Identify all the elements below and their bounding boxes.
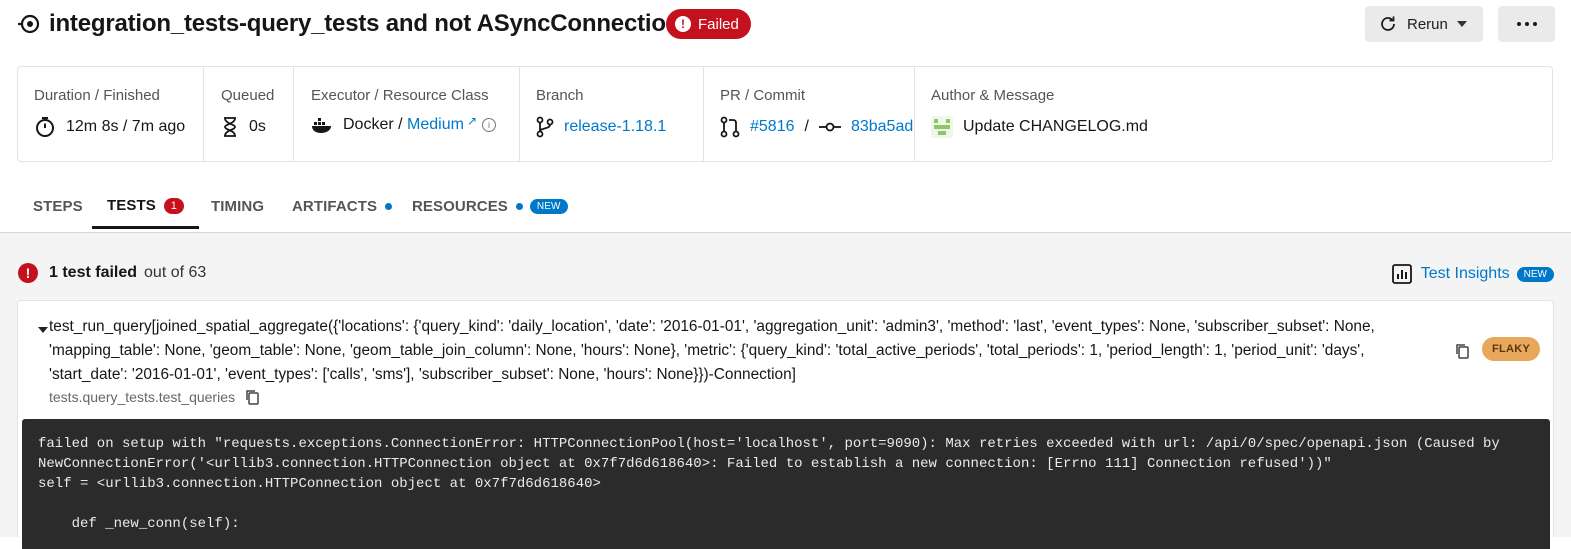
external-link-icon: ↗ <box>466 114 477 128</box>
job-info-card: Duration / Finished 12m 8s / 7m ago Queu… <box>17 66 1553 162</box>
info-icon[interactable]: i <box>482 118 496 132</box>
branch-icon <box>536 116 554 138</box>
executor-value: Docker / Medium ↗ i <box>311 114 496 134</box>
duration-text: 12m 8s / 7m ago <box>66 118 186 135</box>
avatar <box>931 116 953 138</box>
tab-label: Tests <box>107 197 156 214</box>
pr-link[interactable]: #5816 <box>750 118 795 136</box>
dot <box>1524 22 1529 26</box>
tab-resources[interactable]: Resources NEW <box>412 182 568 230</box>
job-header: integration_tests-query_tests and not AS… <box>0 0 1571 50</box>
pull-request-icon <box>720 116 740 138</box>
tab-label: Resources <box>412 197 508 215</box>
branch-section: Branch release-1.18.1 <box>519 67 687 161</box>
tab-label: Artifacts <box>292 197 378 215</box>
test-insights-label: Test Insights <box>1420 265 1510 282</box>
flaky-badge: FLAKY <box>1482 337 1541 361</box>
commit-message: Update CHANGELOG.md <box>963 118 1148 135</box>
dot <box>1516 22 1521 26</box>
queued-value: 0s <box>221 116 266 138</box>
indicator-dot <box>515 202 523 210</box>
rerun-label: Rerun <box>1407 15 1448 33</box>
total-count-text: out of 63 <box>144 264 207 281</box>
refresh-icon <box>1381 16 1395 31</box>
copy-icon[interactable] <box>245 389 259 405</box>
copy-icon[interactable] <box>1455 343 1469 359</box>
resource-class-link[interactable]: Medium <box>407 116 464 134</box>
executor-section: Executor / Resource Class Docker / Mediu… <box>293 67 520 161</box>
branch-link[interactable]: release-1.18.1 <box>564 118 666 136</box>
chevron-down-icon[interactable] <box>38 327 48 333</box>
queued-label: Queued <box>221 87 275 104</box>
chevron-down-icon <box>1456 21 1467 27</box>
test-file-path: tests.query_tests.test_queries <box>49 389 259 405</box>
executor-text: Docker <box>343 116 394 133</box>
branch-value: release-1.18.1 <box>536 116 666 138</box>
queued-section: Queued 0s <box>203 67 294 161</box>
status-badge: ! Failed <box>666 9 751 39</box>
failed-test-item: test_run_query[joined_spatial_aggregate(… <box>17 300 1554 549</box>
dot <box>1532 22 1537 26</box>
new-badge: NEW <box>529 198 568 214</box>
new-badge: NEW <box>1516 266 1554 282</box>
tab-timing[interactable]: Timing <box>211 182 264 230</box>
failure-log: failed on setup with "requests.exception… <box>22 419 1550 549</box>
test-name: test_run_query[joined_spatial_aggregate(… <box>49 318 1375 383</box>
tab-artifacts[interactable]: Artifacts <box>292 182 393 230</box>
failed-summary: ! 1 test failed out of 63 <box>18 263 206 283</box>
chart-icon <box>1391 264 1412 284</box>
author-value: Update CHANGELOG.md <box>931 116 1148 138</box>
executor-label: Executor / Resource Class <box>311 87 489 104</box>
failed-count-text: 1 test failed <box>49 264 138 281</box>
stopwatch-icon <box>36 117 54 137</box>
test-insights-link[interactable]: Test Insights NEW <box>1391 264 1554 284</box>
author-label: Author & Message <box>931 87 1055 104</box>
page-title: integration_tests-query_tests and not AS… <box>49 10 681 37</box>
pr-commit-section: PR / Commit #5816 / 83ba5ad <box>703 67 916 161</box>
error-icon: ! <box>675 16 691 32</box>
docker-icon <box>312 118 331 133</box>
duration-section: Duration / Finished 12m 8s / 7m ago <box>18 67 203 161</box>
duration-value: 12m 8s / 7m ago <box>34 116 185 138</box>
queued-text: 0s <box>249 118 266 135</box>
tab-label: Timing <box>211 197 265 215</box>
author-section: Author & Message Update CHANGELOG.md <box>914 67 1315 161</box>
status-text: Failed <box>698 15 739 33</box>
branch-label: Branch <box>536 87 584 104</box>
tab-steps[interactable]: Steps <box>33 182 83 230</box>
tab-label: Steps <box>33 197 83 215</box>
hourglass-icon <box>224 117 236 137</box>
failed-count-badge: 1 <box>163 197 184 214</box>
test-file-text: tests.query_tests.test_queries <box>49 389 235 405</box>
more-options-button[interactable] <box>1498 6 1555 42</box>
duration-label: Duration / Finished <box>34 87 160 104</box>
tab-bar: Steps Tests 1 Timing Artifacts Resources… <box>0 182 1571 233</box>
rerun-button[interactable]: Rerun <box>1365 6 1483 42</box>
indicator-dot <box>385 202 393 210</box>
commit-icon <box>818 122 841 132</box>
pr-value: #5816 / 83ba5ad <box>720 116 913 138</box>
pr-label: PR / Commit <box>720 87 806 104</box>
error-icon: ! <box>18 263 38 283</box>
commit-link[interactable]: 83ba5ad <box>851 118 913 136</box>
job-icon <box>18 14 40 34</box>
tab-tests[interactable]: Tests 1 <box>92 182 199 229</box>
